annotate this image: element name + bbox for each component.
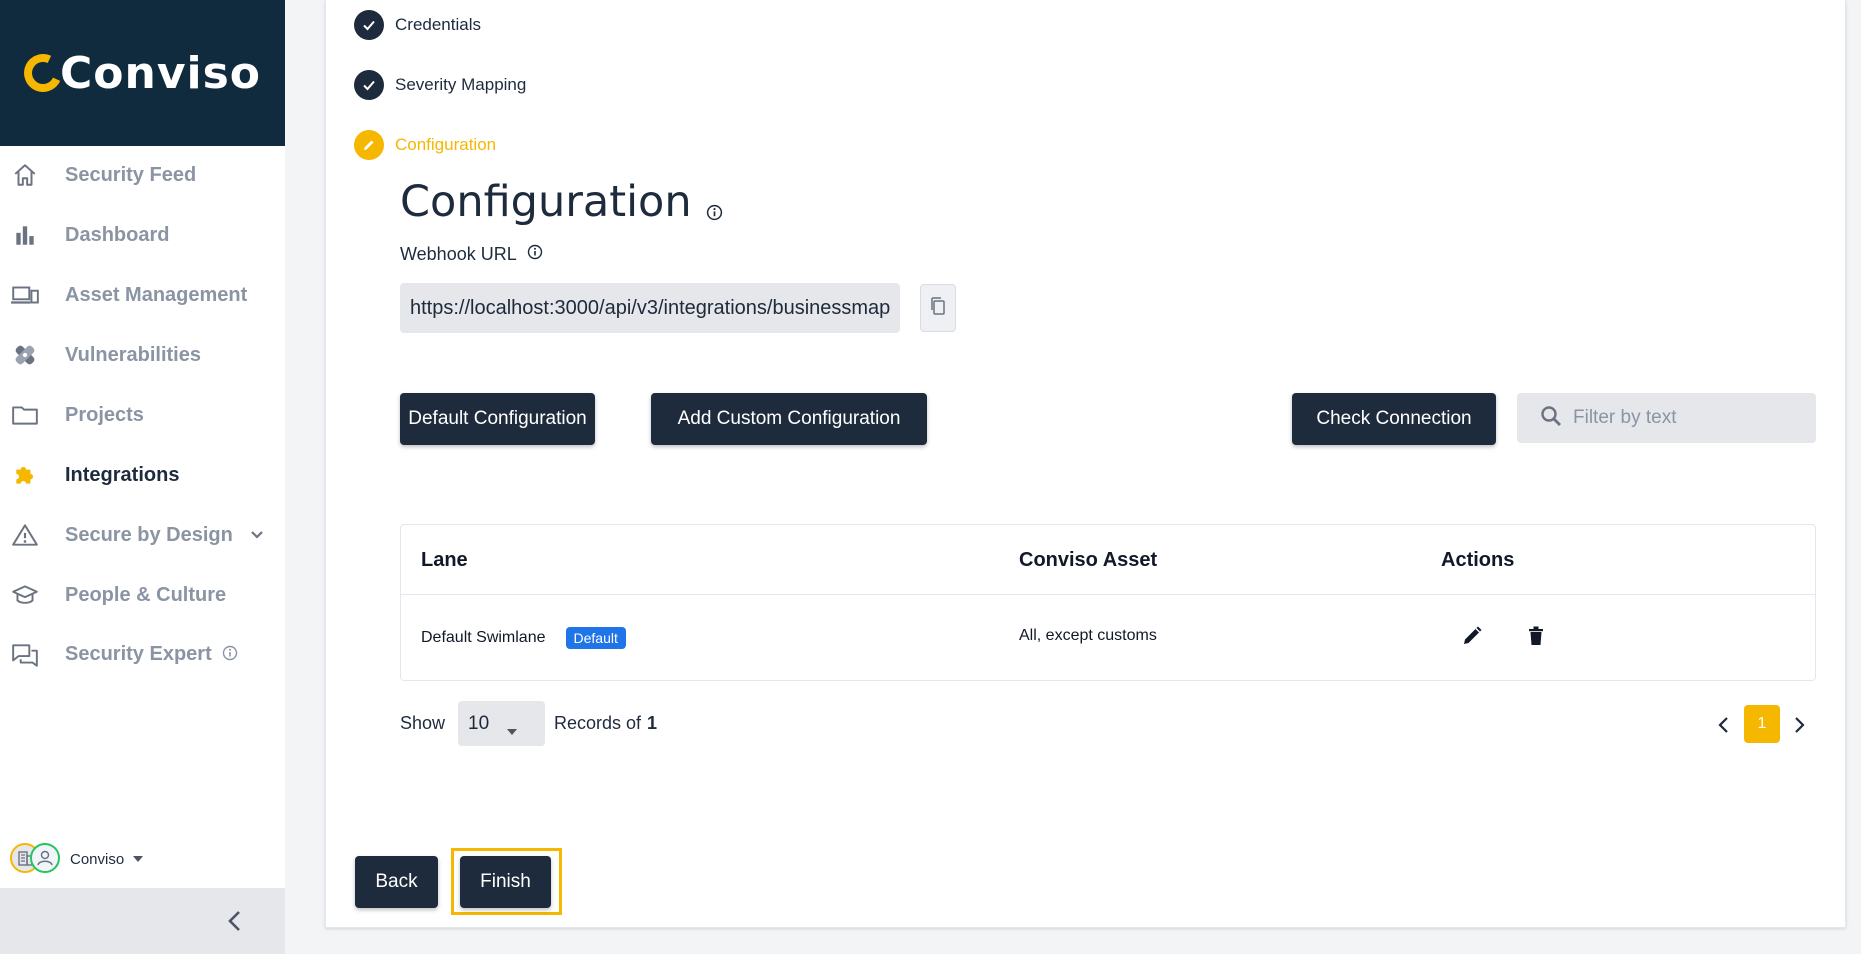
- sidebar-item-security-feed[interactable]: Security Feed: [0, 150, 285, 200]
- sidebar-item-people-culture[interactable]: People & Culture: [0, 570, 285, 620]
- devices-icon: [10, 280, 40, 310]
- page-size-select[interactable]: 10: [458, 701, 545, 746]
- check-icon: [354, 70, 384, 100]
- sidebar-item-label: Asset Management: [65, 283, 248, 306]
- pencil-icon: [354, 130, 384, 160]
- sidebar-item-integrations[interactable]: Integrations: [0, 450, 285, 500]
- collapse-sidebar-icon[interactable]: [222, 908, 248, 939]
- sidebar-item-dashboard[interactable]: Dashboard: [0, 210, 285, 260]
- step-label: Configuration: [395, 135, 497, 154]
- lane-name: Default Swimlane: [421, 629, 546, 647]
- sidebar-item-asset-management[interactable]: Asset Management: [0, 270, 285, 320]
- chevron-right-icon[interactable]: [1791, 716, 1807, 739]
- webhook-url-label-text: Webhook URL: [400, 244, 517, 264]
- step-severity-mapping[interactable]: Severity Mapping: [354, 70, 526, 100]
- filter-box[interactable]: [1517, 393, 1816, 443]
- back-button[interactable]: Back: [355, 856, 438, 908]
- column-header-lane[interactable]: Lane: [421, 549, 468, 572]
- sidebar-item-label: Integrations: [65, 463, 180, 486]
- copy-url-button[interactable]: [920, 284, 956, 332]
- webhook-url-field[interactable]: [400, 283, 900, 333]
- brand-name: Conviso: [59, 47, 262, 99]
- chat-icon: [10, 640, 40, 670]
- check-connection-button[interactable]: Check Connection: [1292, 393, 1496, 445]
- bar-chart-icon: [10, 220, 40, 250]
- finish-button[interactable]: Finish: [460, 856, 551, 908]
- column-header-asset[interactable]: Conviso Asset: [1019, 549, 1157, 572]
- asset-cell: All, except customs: [1019, 627, 1157, 644]
- table-row: Default Swimlane Default All, except cust…: [401, 595, 1815, 681]
- step-label: Credentials: [395, 15, 481, 34]
- step-credentials[interactable]: Credentials: [354, 10, 481, 40]
- avatar-group: [10, 843, 62, 875]
- folder-icon: [10, 400, 40, 430]
- sidebar-item-vulnerabilities[interactable]: Vulnerabilities: [0, 330, 285, 380]
- page-size-value: 10: [468, 712, 490, 734]
- home-icon: [10, 160, 40, 190]
- edit-icon[interactable]: [1461, 625, 1483, 652]
- integration-wizard-card: Credentials Severity Mapping Configurati…: [325, 0, 1846, 928]
- page-title-text: Configuration: [400, 177, 692, 227]
- sidebar: Conviso Security Feed Dashboard Asset Ma…: [0, 0, 285, 954]
- default-configuration-button[interactable]: Default Configuration: [400, 393, 595, 445]
- page-number-button[interactable]: 1: [1744, 705, 1780, 743]
- sidebar-footer: [0, 888, 285, 954]
- sidebar-item-label: Security Feed: [65, 163, 197, 186]
- column-header-actions: Actions: [1441, 549, 1515, 571]
- user-menu[interactable]: Conviso: [10, 842, 144, 876]
- sidebar-item-label: Projects: [65, 403, 144, 426]
- records-total: 1: [647, 713, 658, 733]
- graduation-cap-icon: [10, 580, 40, 610]
- chevron-left-icon[interactable]: [1716, 716, 1732, 739]
- records-count: Records of 1: [554, 713, 657, 734]
- sidebar-item-label: People & Culture: [65, 583, 227, 606]
- step-configuration[interactable]: Configuration: [354, 130, 496, 160]
- chevron-down-icon[interactable]: [248, 526, 266, 549]
- brand-header: Conviso: [0, 0, 285, 146]
- add-custom-configuration-button[interactable]: Add Custom Configuration: [651, 393, 927, 445]
- bandage-icon: [10, 340, 40, 370]
- trash-icon[interactable]: [1526, 625, 1546, 652]
- page-title: Configuration: [400, 172, 723, 232]
- default-badge: Default: [565, 627, 626, 649]
- sidebar-item-secure-by-design[interactable]: Secure by Design: [0, 510, 285, 560]
- webhook-url-label: Webhook URL: [400, 244, 543, 265]
- lane-cell: Default Swimlane Default: [421, 627, 626, 649]
- sidebar-item-security-expert[interactable]: Security Expert: [0, 630, 285, 680]
- warning-icon: [10, 520, 40, 550]
- sidebar-item-label: Vulnerabilities: [65, 343, 201, 366]
- show-label: Show: [400, 713, 446, 733]
- user-avatar: [30, 843, 60, 873]
- sidebar-item-label: Dashboard: [65, 223, 170, 246]
- user-name: Conviso: [70, 850, 125, 868]
- check-icon: [354, 10, 384, 40]
- info-icon[interactable]: [706, 182, 723, 232]
- sidebar-item-label: Security Expert: [65, 643, 238, 666]
- lanes-table: Lane Conviso Asset Actions Default Swiml…: [400, 524, 1816, 681]
- sidebar-item-label-text: Security Expert: [65, 643, 212, 666]
- info-icon[interactable]: [527, 244, 543, 265]
- records-label: Records of: [554, 713, 642, 733]
- sidebar-item-projects[interactable]: Projects: [0, 390, 285, 440]
- table-header: Lane Conviso Asset Actions: [401, 525, 1815, 595]
- filter-input[interactable]: [1573, 407, 1793, 429]
- copy-icon: [929, 296, 947, 321]
- search-icon: [1539, 404, 1563, 433]
- info-icon[interactable]: [222, 644, 238, 667]
- sidebar-item-label: Secure by Design: [65, 523, 233, 546]
- step-label: Severity Mapping: [395, 75, 527, 94]
- caret-down-icon: [132, 850, 144, 868]
- conviso-logo[interactable]: Conviso: [18, 47, 262, 99]
- caret-down-icon: [506, 720, 518, 742]
- puzzle-icon: [10, 460, 40, 490]
